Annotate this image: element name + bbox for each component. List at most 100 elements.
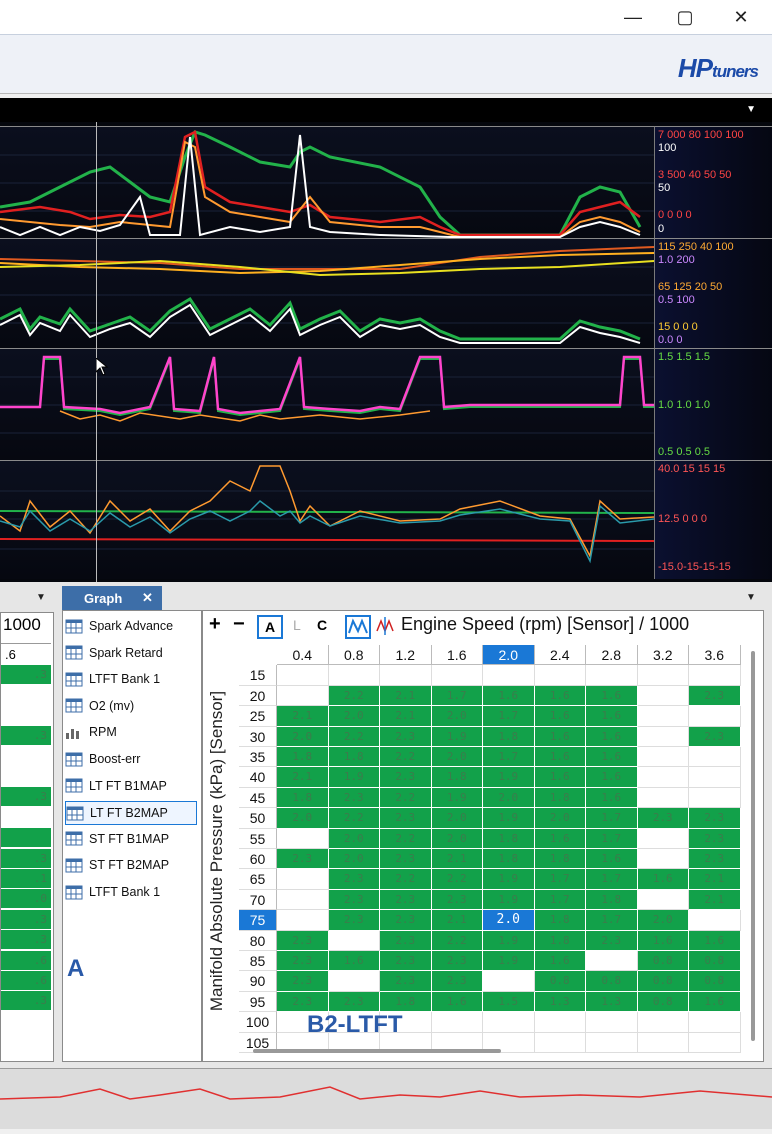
table-cell[interactable]: 2.3	[277, 849, 329, 870]
table-cell[interactable]	[328, 665, 380, 686]
row-header[interactable]: 35	[239, 747, 277, 768]
table-cell[interactable]: 2.3	[277, 951, 329, 972]
table-cell[interactable]: 2.1	[431, 849, 483, 870]
table-cell[interactable]: 2.3	[277, 971, 329, 992]
table-cell[interactable]	[637, 849, 689, 870]
table-cell[interactable]: 1.6	[534, 726, 586, 747]
left-dropdown-arrow-icon[interactable]: ▼	[36, 592, 46, 603]
table-cell[interactable]: 1.6	[586, 767, 638, 788]
table-cell[interactable]: 2.1	[380, 685, 432, 707]
table-cell[interactable]: 2.3	[689, 685, 741, 707]
horizontal-scrollbar[interactable]	[253, 1049, 501, 1053]
table-cell[interactable]	[637, 726, 689, 747]
column-header[interactable]: 1.2	[380, 645, 432, 666]
row-header[interactable]: 25	[239, 706, 277, 727]
left-table-cell[interactable]: .3	[1, 909, 51, 929]
table-cell[interactable]: 2.3	[689, 828, 741, 849]
row-header[interactable]: 70	[239, 889, 277, 911]
axis-c-button[interactable]: C	[317, 617, 327, 633]
table-cell[interactable]: 1.8	[534, 849, 586, 870]
table-cell[interactable]: 1.6	[483, 685, 535, 707]
list-item[interactable]: LTFT Bank 1	[65, 668, 195, 690]
table-cell[interactable]: 1.7	[586, 910, 638, 931]
table-cell[interactable]: 1.3	[586, 991, 638, 1013]
table-cell[interactable]: 2.3	[380, 971, 432, 992]
list-item[interactable]: O2 (mv)	[65, 695, 195, 717]
left-table-cell[interactable]: .6	[1, 971, 51, 990]
table-cell[interactable]: 1.7	[534, 889, 586, 911]
column-header[interactable]: 2.0	[483, 645, 535, 666]
table-cell[interactable]	[637, 685, 689, 707]
table-cell[interactable]: 2.3	[431, 971, 483, 992]
table-cell[interactable]	[277, 889, 329, 911]
table-cell[interactable]	[534, 1012, 586, 1033]
table-cell[interactable]: 1.8	[534, 910, 586, 931]
row-header[interactable]: 45	[239, 787, 277, 809]
row-header[interactable]: 60	[239, 849, 277, 870]
row-header[interactable]: 65	[239, 869, 277, 890]
table-cell[interactable]	[534, 1032, 586, 1053]
table-cell[interactable]: 2.0	[431, 808, 483, 829]
zoom-out-button[interactable]: −	[233, 613, 245, 636]
table-cell[interactable]: 1.7	[483, 747, 535, 768]
axis-a-button[interactable]: A	[257, 615, 283, 639]
chart-panel-1[interactable]	[0, 126, 654, 239]
table-cell[interactable]: 2.3	[380, 951, 432, 972]
table-cell[interactable]: 2.0	[483, 910, 535, 931]
table-cell[interactable]	[586, 1012, 638, 1033]
table-cell[interactable]	[689, 665, 741, 686]
right-dropdown-arrow-icon[interactable]: ▼	[746, 592, 756, 603]
table-cell[interactable]	[380, 665, 432, 686]
table-cell[interactable]	[277, 685, 329, 707]
column-header[interactable]: 3.6	[689, 645, 741, 666]
column-header[interactable]: 2.8	[586, 645, 638, 666]
table-cell[interactable]: 1.6	[534, 767, 586, 788]
table-cell[interactable]	[637, 706, 689, 727]
table-cell[interactable]: 2.3	[328, 889, 380, 911]
table-cell[interactable]: 2.1	[689, 889, 741, 911]
table-cell[interactable]: 2.0	[483, 787, 535, 809]
table-cell[interactable]: 1.8	[483, 849, 535, 870]
table-cell[interactable]: 2.1	[689, 869, 741, 890]
row-header[interactable]: 85	[239, 951, 277, 972]
table-cell[interactable]	[637, 747, 689, 768]
table-cell[interactable]: 1.8	[431, 767, 483, 788]
table-cell[interactable]: 1.6	[637, 869, 689, 890]
table-cell[interactable]: 1.7	[534, 869, 586, 890]
table-cell[interactable]: 1.6	[534, 685, 586, 707]
table-cell[interactable]: 1.9	[328, 767, 380, 788]
table-cell[interactable]	[637, 665, 689, 686]
table-cell[interactable]: 1.8	[483, 828, 535, 849]
table-cell[interactable]: 1.6	[586, 726, 638, 747]
list-item[interactable]: LT FT B2MAP	[65, 801, 197, 826]
table-cell[interactable]: 2.1	[431, 910, 483, 931]
table-cell[interactable]: 2.2	[380, 828, 432, 849]
row-header[interactable]: 80	[239, 930, 277, 951]
table-cell[interactable]: 2.3	[277, 930, 329, 951]
table-cell[interactable]: 2.1	[277, 706, 329, 727]
table-cell[interactable]: 2.1	[380, 706, 432, 727]
table-cell[interactable]: 1.7	[431, 685, 483, 707]
table-cell[interactable]: 1.3	[534, 991, 586, 1013]
table-cell[interactable]: 1.7	[483, 706, 535, 727]
left-table-cell[interactable]: .3	[1, 930, 51, 950]
table-cell[interactable]: 2.3	[380, 767, 432, 788]
list-item[interactable]: LTFT Bank 1	[65, 881, 195, 903]
list-item[interactable]: LT FT B1MAP	[65, 775, 195, 797]
table-cell[interactable]: 2.3	[328, 910, 380, 931]
table-cell[interactable]	[689, 1032, 741, 1053]
table-cell[interactable]: 1.5	[483, 991, 535, 1013]
table-cell[interactable]: 2.3	[328, 787, 380, 809]
table-cell[interactable]	[689, 767, 741, 788]
left-table-cell[interactable]	[1, 1032, 51, 1052]
table-cell[interactable]	[277, 910, 329, 931]
table-cell[interactable]: 2.0	[431, 828, 483, 849]
table-cell[interactable]	[689, 1012, 741, 1033]
left-table-cell[interactable]: .3	[1, 848, 51, 868]
table-cell[interactable]	[328, 971, 380, 992]
left-table-cell[interactable]	[1, 705, 51, 725]
table-cell[interactable]	[483, 665, 535, 686]
list-item[interactable]: RPM	[65, 721, 195, 743]
table-cell[interactable]: 1.7	[586, 808, 638, 829]
row-header[interactable]: 20	[239, 685, 277, 707]
